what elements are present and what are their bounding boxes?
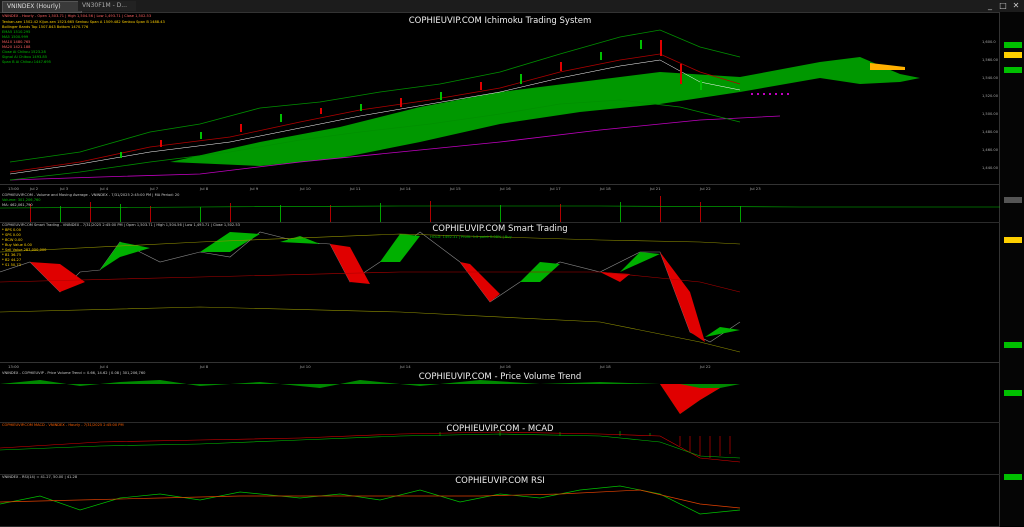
ichimoku-panel[interactable]: COPHIEUVIP.COM Ichimoku Trading System V… [0,12,1000,185]
tick2-2: Jul 4 [100,364,109,369]
price-tag-volume [1004,197,1022,203]
tick-2: Jul 2 [30,186,39,191]
price-1600: 1,600.0 [982,40,996,44]
smart-line-3: * BCW 0.00 [2,238,23,242]
price-1480: 1,480.00 [982,130,999,134]
volume-title: COPHIEUVIP.COM - Volume and Moving Avera… [2,193,180,197]
price-tag-pvt [1004,390,1022,396]
smart-line-6: * B1 36.75 [2,253,22,257]
tick2-5: Jul 14 [400,364,411,369]
tick-1: 13:00 [8,186,19,191]
smart-line-2: * SPS 0.00 [2,233,21,237]
tick2-6: Jul 16 [500,364,511,369]
macd-panel[interactable]: COPHIEUVIP.COM - MCAD COPHIEUVIP.COM MAC… [0,422,1000,475]
smart-trading-header: COPHIEUVIP.COM Smart Trading - VNINDEX -… [2,223,240,227]
price-tag-macd [1004,474,1022,480]
tick-6: Jul 8 [200,186,209,191]
tick2-3: Jul 8 [200,364,209,369]
tick-3: Jul 3 [60,186,69,191]
minimize-button[interactable]: _ [984,1,996,11]
price-1560: 1,560.00 [982,58,999,62]
tick-11: Jul 15 [450,186,461,191]
smart-trading-chart [0,231,741,353]
price-tag-cloud [1004,67,1022,73]
smart-line-5: * Sell Value 287,050,000 [2,248,47,252]
tick-9: Jul 11 [350,186,361,191]
smart-line-8: * S1 50.73 [2,263,21,267]
tick-16: Jul 22 [700,186,711,191]
close-button[interactable]: ✕ [1010,1,1022,11]
tick-15: Jul 21 [650,186,661,191]
rsi-header: VNINDEX - RSI(14) = 41.27, 50.00 | 41.28 [2,475,78,479]
price-tag-smart-2 [1004,342,1022,348]
ichimoku-line-2: Bollinger Bands Top 1507.843 Bottom 1470… [2,25,89,29]
ichimoku-line-4: MA5 1500.999 [2,35,29,39]
tab-vn30f1m[interactable]: VN30F1M - D... [78,1,136,11]
price-1500: 1,500.00 [982,112,999,116]
smart-line-1: * BPS 0.00 [2,228,21,232]
tick2-1: 13:00 [8,364,19,369]
price-1520: 1,520.00 [982,94,999,98]
smart-trading-status: HOLD: 1492.31 | Profit: 1.2 point 0.08% … [430,235,512,239]
pvt-header: VNINDEX - COPHIEUVIP - Price Volume Tren… [2,371,146,375]
price-1440: 1,440.00 [982,166,999,170]
smart-line-4: * Buy Value 0.00 [2,243,32,247]
price-tag-bull [1004,42,1022,48]
price-1460: 1,460.00 [982,148,999,152]
volume-panel[interactable]: COPHIEUVIP.COM - Volume and Moving Avera… [0,192,1000,223]
price-scale-sidebar[interactable] [999,12,1024,526]
tick-14: Jul 18 [600,186,611,191]
tick-17: Jul 23 [750,186,761,191]
rsi-panel[interactable]: COPHIEUVIP.COM RSI VNINDEX - RSI(14) = 4… [0,474,1000,527]
ichimoku-line-3: EMA5 1510.295 [2,30,31,34]
tick-4: Jul 4 [100,186,109,191]
smart-line-7: * B2 44.27 [2,258,22,262]
price-tag-signal [1004,52,1022,58]
smart-trading-panel[interactable]: COPHIEUVIP.COM Smart Trading HOLD: 1492.… [0,222,1000,363]
tick-10: Jul 14 [400,186,411,191]
volume-ma: MA: 462,061,790 [2,203,33,207]
tick-12: Jul 16 [500,186,511,191]
ichimoku-header: VNINDEX - Hourly - Open 1,503.71 | High … [2,14,152,18]
pvt-title: COPHIEUVIP.COM - Price Volume Trend [418,372,582,382]
ichimoku-line-1: Tenkan-sen 1502.42 Kijun-sen 1523.665 Se… [2,20,165,24]
macd-header: COPHIEUVIP.COM MACD - VNINDEX - Hourly -… [2,423,124,427]
ichimoku-line-9: Span B Ai Chikou 1447.695 [2,60,51,64]
price-1540: 1,540.00 [982,76,999,80]
tick-13: Jul 17 [550,186,561,191]
tick-5: Jul 7 [150,186,159,191]
ichimoku-line-5: MA10 1480.765 [2,40,31,44]
price-tag-smart [1004,237,1022,243]
ichimoku-line-6: MA20 1421.188 [2,45,31,49]
tick-7: Jul 9 [250,186,259,191]
pvt-panel[interactable]: COPHIEUVIP.COM - Price Volume Trend VNIN… [0,370,1000,423]
tick2-4: Jul 10 [300,364,311,369]
rsi-title: COPHIEUVIP.COM RSI [455,476,545,486]
maximize-button[interactable]: □ [997,1,1009,11]
tick2-7: Jul 18 [600,364,611,369]
tick-8: Jul 10 [300,186,311,191]
volume-value: Volume: 301,206,760 [2,198,41,202]
ichimoku-chart [9,29,920,181]
ichimoku-line-7: Close Ai Chikou 1523.28 [2,50,46,54]
tick2-8: Jul 22 [700,364,711,369]
ichimoku-line-8: Signal Ai Chikou 1493.85 [2,55,47,59]
macd-title: COPHIEUVIP.COM - MCAD [446,424,554,434]
